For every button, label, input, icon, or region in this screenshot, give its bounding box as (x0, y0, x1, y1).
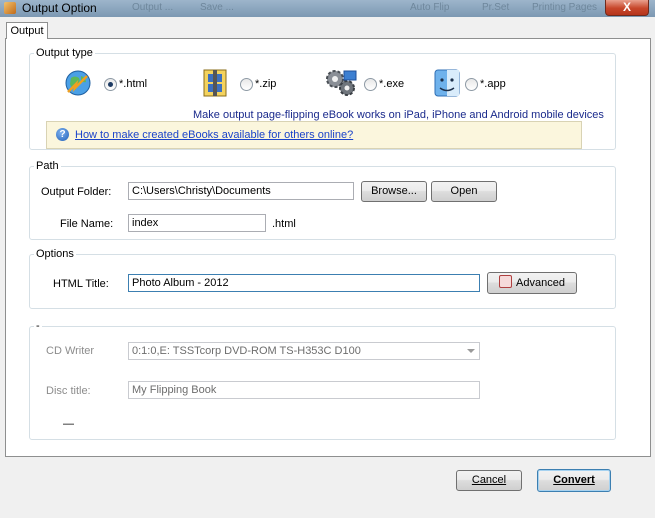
path-group: Path (29, 160, 616, 240)
help-info-bar: ? How to make created eBooks available f… (46, 121, 582, 149)
convert-label: Convert (553, 474, 595, 486)
cd-writer-label: CD Writer (46, 345, 95, 357)
html-radio[interactable] (104, 78, 117, 91)
cancel-button[interactable]: Cancel (456, 470, 522, 491)
title-bar[interactable]: Output Option Output ... Save ... Auto F… (0, 0, 655, 17)
html-option-label[interactable]: *.html (119, 78, 147, 90)
mac-finder-icon (434, 69, 460, 97)
window-title: Output Option (22, 1, 97, 15)
app-option-label[interactable]: *.app (480, 78, 506, 90)
disc-title-field[interactable]: My Flipping Book (128, 381, 480, 399)
burn-cd-group: - (29, 320, 616, 440)
background-title-text: Auto Flip (410, 2, 450, 13)
tab-label: Output (10, 25, 44, 37)
output-folder-field[interactable]: C:\Users\Christy\Documents (128, 182, 354, 200)
convert-button[interactable]: Convert (537, 469, 611, 492)
burn-footer-mark: — (63, 418, 74, 430)
path-legend: Path (36, 160, 59, 172)
tab-output[interactable]: Output (6, 22, 48, 39)
output-tab-panel: Output type *.html *.zip *.exe *.app Mak… (5, 38, 651, 457)
zip-option-label[interactable]: *.zip (255, 78, 276, 90)
file-name-label: File Name: (60, 218, 114, 230)
output-folder-label: Output Folder: (41, 186, 112, 198)
chevron-down-icon (467, 349, 475, 353)
cd-writer-select[interactable]: 0:1:0,E: TSSTcorp DVD-ROM TS-H353C D100 (128, 342, 480, 360)
exe-option-label[interactable]: *.exe (379, 78, 404, 90)
browse-button[interactable]: Browse... (361, 181, 427, 202)
file-extension-label: .html (272, 218, 296, 230)
cd-writer-value: 0:1:0,E: TSSTcorp DVD-ROM TS-H353C D100 (132, 345, 361, 357)
browse-label: Browse... (371, 185, 417, 197)
gears-exe-icon (326, 70, 357, 96)
open-button[interactable]: Open (431, 181, 497, 202)
help-link[interactable]: How to make created eBooks available for… (75, 129, 353, 141)
advanced-icon (499, 275, 513, 288)
cancel-label: Cancel (471, 474, 507, 486)
close-button[interactable]: X (605, 0, 649, 16)
app-icon (4, 2, 16, 14)
zip-radio[interactable] (240, 78, 253, 91)
mobile-note: Make output page-flipping eBook works on… (193, 109, 604, 121)
background-title-text: Save ... (200, 2, 234, 13)
file-name-field[interactable]: index (128, 214, 266, 232)
options-legend: Options (36, 248, 74, 260)
close-icon: X (622, 0, 631, 14)
help-icon: ? (56, 128, 69, 141)
advanced-button[interactable]: Advanced (487, 272, 577, 294)
background-title-text: Pr.Set (482, 2, 510, 13)
html-title-field[interactable]: Photo Album - 2012 (128, 274, 480, 292)
advanced-label: Advanced (516, 277, 565, 289)
globe-html-icon (65, 70, 91, 96)
disc-title-label: Disc title: (46, 385, 91, 397)
exe-radio[interactable] (364, 78, 377, 91)
open-label: Open (450, 185, 478, 197)
background-title-text: Output ... (132, 2, 174, 13)
html-title-label: HTML Title: (53, 278, 109, 290)
app-radio[interactable] (465, 78, 478, 91)
output-type-legend: Output type (36, 47, 93, 59)
burn-legend: - (36, 320, 40, 332)
background-title-text: Printing Pages (532, 2, 598, 13)
zip-archive-icon (203, 69, 227, 97)
output-option-dialog: Output Option Output ... Save ... Auto F… (0, 0, 655, 518)
